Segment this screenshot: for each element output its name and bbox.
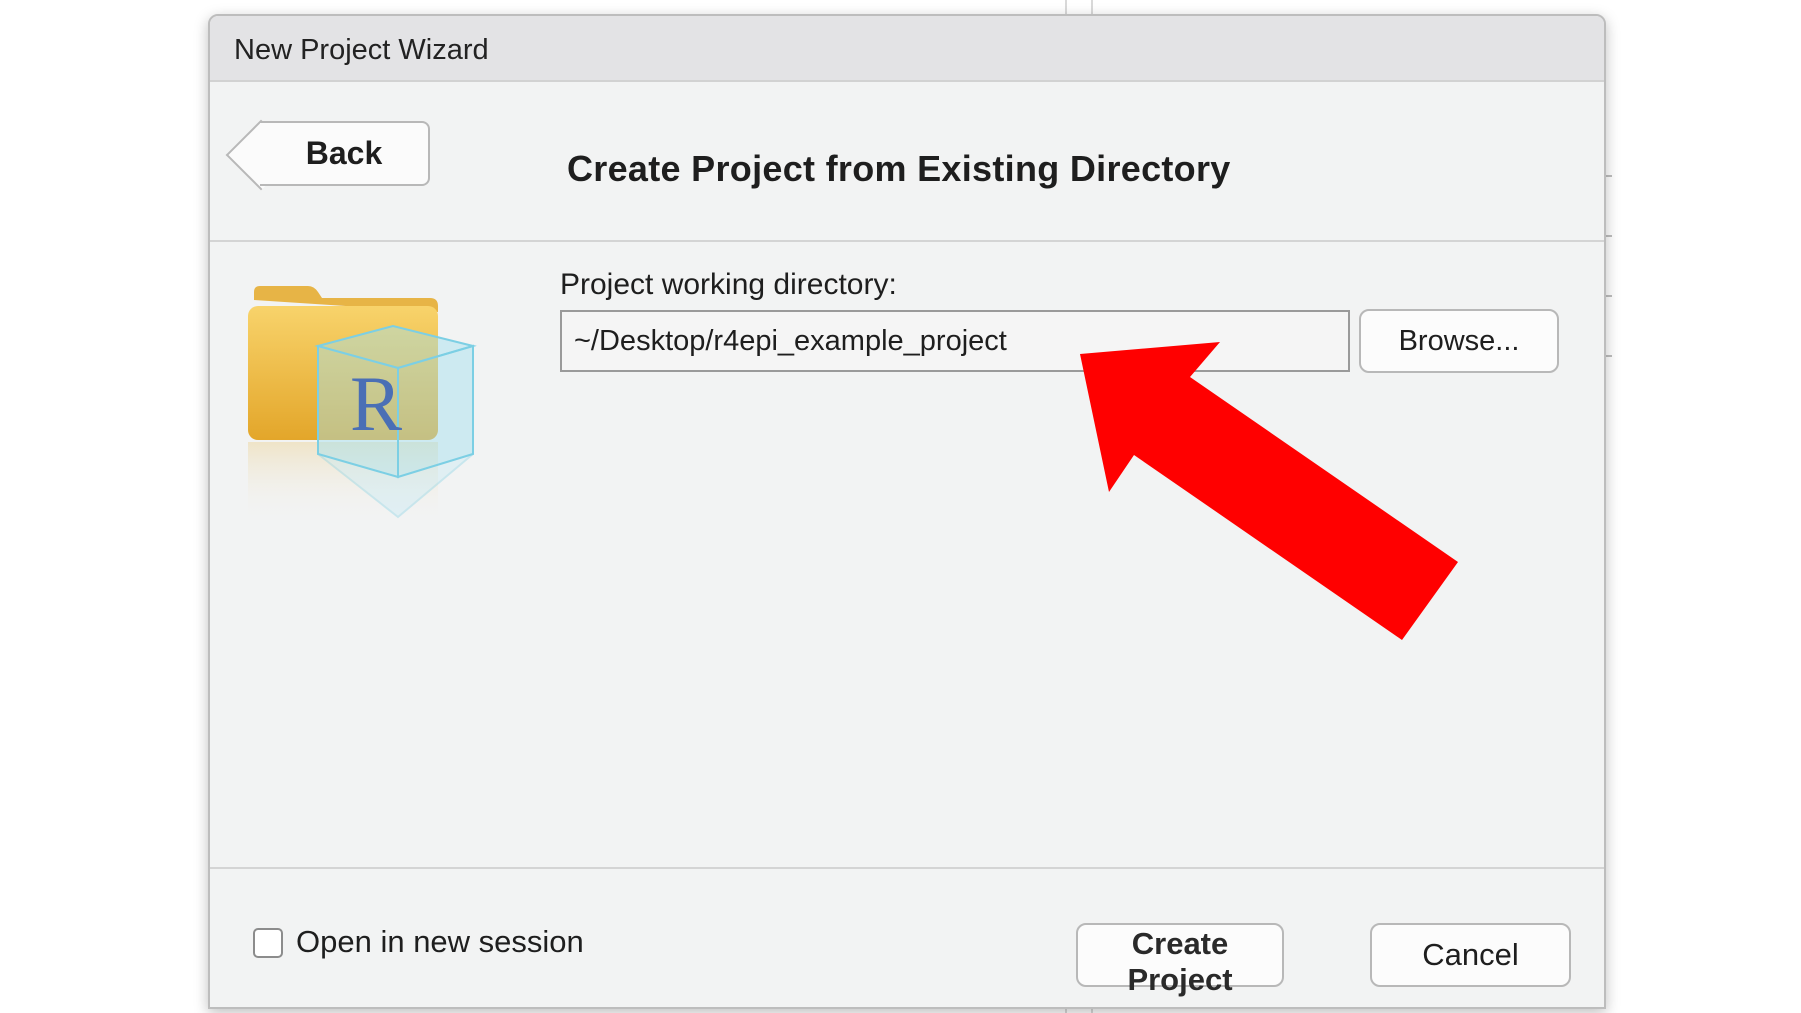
back-button[interactable]: Back (260, 121, 430, 186)
footer-divider (210, 867, 1604, 869)
cancel-button[interactable]: Cancel (1370, 923, 1571, 987)
open-new-session-checkbox[interactable] (253, 928, 283, 958)
svg-text:R: R (350, 360, 402, 447)
dialog-title: New Project Wizard (234, 34, 489, 66)
wizard-header: Back Create Project from Existing Direct… (210, 82, 1604, 242)
directory-label: Project working directory: (560, 268, 897, 301)
create-project-button[interactable]: Create Project (1076, 923, 1284, 997)
r-project-folder-icon: R (248, 286, 477, 522)
page-title: Create Project from Existing Directory (567, 148, 1231, 189)
red-arrow-icon (1080, 342, 1458, 640)
open-new-session-label: Open in new session (296, 924, 584, 959)
dialog-titlebar: New Project Wizard (210, 16, 1604, 82)
